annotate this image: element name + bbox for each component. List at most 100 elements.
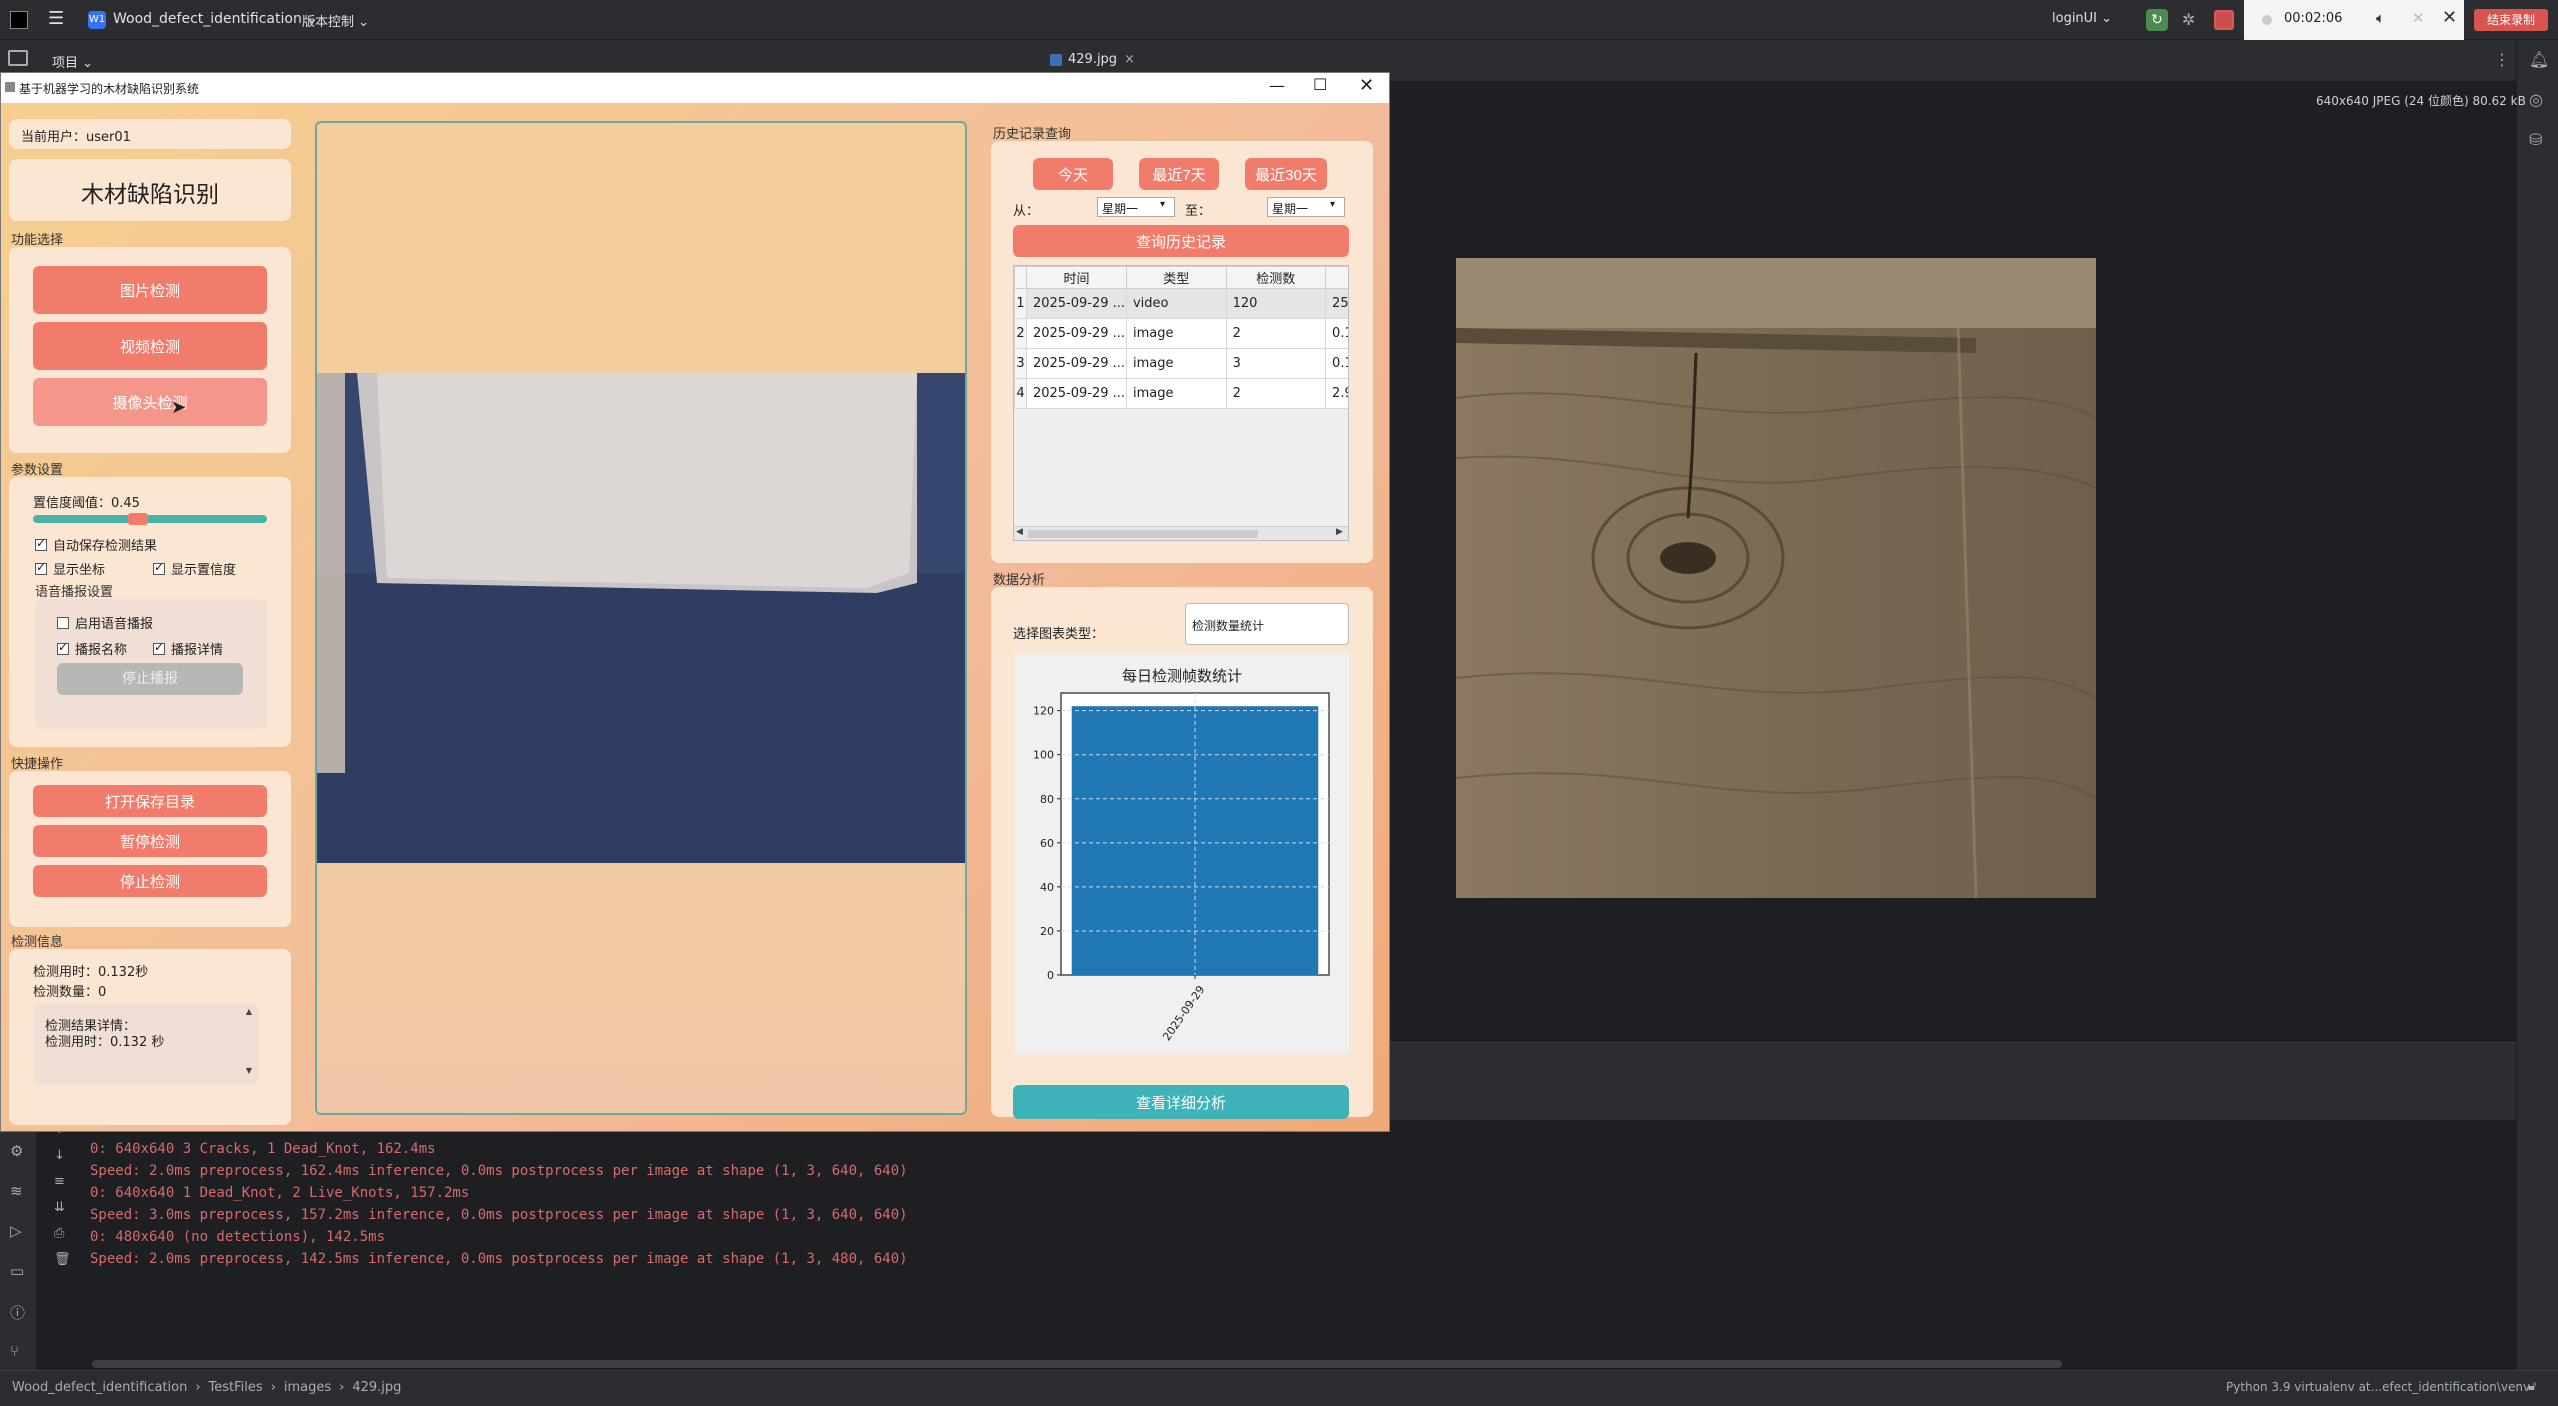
table-header-count[interactable]: 检测数 xyxy=(1225,266,1327,289)
scroll-down-icon[interactable]: ▼ xyxy=(243,1066,255,1075)
project-tool-window[interactable]: 项目 ⌄ xyxy=(52,52,93,71)
close-icon[interactable]: × xyxy=(1124,52,1135,67)
trash-icon[interactable]: 🗑︎ xyxy=(54,1252,71,1267)
maximize-button[interactable]: ☐ xyxy=(1313,75,1327,94)
table-cell[interactable]: video xyxy=(1125,288,1227,319)
ai-assistant-icon[interactable]: ◎ xyxy=(2529,90,2543,109)
table-cell[interactable]: 2025-09-29 ... xyxy=(1025,348,1127,379)
stop-icon[interactable] xyxy=(2214,10,2234,30)
stop-detect-button[interactable]: 停止检测 xyxy=(33,865,267,897)
row-number[interactable]: 4 xyxy=(1014,378,1027,409)
row-number[interactable]: 1 xyxy=(1014,288,1027,319)
table-cell[interactable]: 0.1 xyxy=(1325,348,1348,379)
more-icon[interactable]: ⋮ xyxy=(2494,50,2510,69)
to-date-select[interactable]: 星期一 ▾ xyxy=(1267,197,1345,217)
python-console-icon[interactable]: ⚙ xyxy=(10,1142,23,1160)
detail-scrollbar[interactable]: ▲ ▼ xyxy=(243,1007,255,1081)
notifications-icon[interactable]: 🔔︎ xyxy=(2529,50,2549,69)
soft-wrap-icon[interactable]: ≡ xyxy=(54,1174,65,1189)
scroll-right-icon[interactable]: ▶ xyxy=(1336,527,1343,537)
table-cell[interactable]: 25. xyxy=(1325,288,1348,319)
detail-textbox[interactable]: 检测结果详情： 检测用时：0.132 秒 ▲ ▼ xyxy=(33,1003,259,1085)
run-config-selector[interactable]: loginUI ⌄ xyxy=(2052,11,2112,26)
video-detect-button[interactable]: 视频检测 xyxy=(33,322,267,370)
close-recorder-icon[interactable]: ✕ xyxy=(2442,7,2457,28)
image-detect-button[interactable]: 图片检测 xyxy=(33,266,267,314)
mic-off-icon[interactable]: ✕ xyxy=(2412,9,2425,27)
detail-analysis-button[interactable]: 查看详细分析 xyxy=(1013,1085,1349,1119)
from-date-select[interactable]: 星期一 ▾ xyxy=(1097,197,1175,217)
show-conf-checkbox[interactable]: 显示置信度 xyxy=(153,559,236,578)
volume-icon[interactable]: 🔈︎ xyxy=(2376,9,2385,27)
query-history-button[interactable]: 查询历史记录 xyxy=(1013,225,1349,257)
terminal-icon[interactable]: ▭ xyxy=(10,1262,24,1280)
open-dir-button[interactable]: 打开保存目录 xyxy=(33,785,267,817)
pause-detect-button[interactable]: 暂停检测 xyxy=(33,825,267,857)
main-menu-icon[interactable]: ☰ xyxy=(48,8,64,29)
layers-icon[interactable]: ≋ xyxy=(10,1182,23,1200)
debug-icon[interactable]: ✲ xyxy=(2182,10,2195,29)
lock-icon[interactable]: 🔓︎ xyxy=(2528,1379,2536,1394)
table-row[interactable]: 32025-09-29 ...image30.1 xyxy=(1014,348,1348,379)
voice-name-checkbox[interactable]: 播报名称 xyxy=(57,639,127,658)
interpreter-status[interactable]: Python 3.9 virtualenv at...efect_identif… xyxy=(2226,1380,2530,1394)
last-7-days-button[interactable]: 最近7天 xyxy=(1139,158,1219,190)
table-cell[interactable]: image xyxy=(1125,318,1227,349)
enable-voice-checkbox[interactable]: 启用语音播报 xyxy=(57,613,153,632)
table-cell[interactable]: image xyxy=(1125,378,1227,409)
vcs-menu[interactable]: 版本控制 ⌄ xyxy=(302,11,369,30)
breadcrumb-item[interactable]: 429.jpg xyxy=(352,1380,401,1395)
table-cell[interactable]: 2.9 xyxy=(1325,378,1348,409)
row-number[interactable]: 2 xyxy=(1014,318,1027,349)
rerun-icon[interactable]: ↻ xyxy=(2146,9,2168,31)
table-row[interactable]: 12025-09-29 ...video12025. xyxy=(1014,288,1348,319)
database-icon[interactable]: ⛁ xyxy=(2529,130,2542,149)
table-cell[interactable]: 2 xyxy=(1225,378,1327,409)
folder-icon[interactable] xyxy=(8,50,28,66)
camera-detect-button[interactable]: 摄像头检测 xyxy=(33,378,267,426)
table-row[interactable]: 22025-09-29 ...image20.1 xyxy=(1014,318,1348,349)
table-cell[interactable]: 2 xyxy=(1225,318,1327,349)
stop-voice-button[interactable]: 停止播报 xyxy=(57,663,243,695)
breadcrumb-item[interactable]: images xyxy=(284,1380,331,1395)
close-button[interactable]: ✕ xyxy=(1359,75,1374,96)
table-row[interactable]: 42025-09-29 ...image22.9 xyxy=(1014,378,1348,409)
autosave-checkbox[interactable]: 自动保存检测结果 xyxy=(35,535,157,554)
minimize-button[interactable]: — xyxy=(1269,76,1285,95)
scroll-left-icon[interactable]: ◀ xyxy=(1016,527,1023,537)
conf-slider-handle[interactable] xyxy=(128,513,148,525)
voice-detail-checkbox[interactable]: 播报详情 xyxy=(153,639,223,658)
table-cell[interactable]: 120 xyxy=(1225,288,1327,319)
table-header-type[interactable]: 类型 xyxy=(1125,266,1227,289)
breadcrumb-item[interactable]: Wood_defect_identification xyxy=(12,1380,187,1395)
problems-icon[interactable]: ⓘ xyxy=(10,1302,25,1323)
chart-type-select[interactable]: 检测数量统计 xyxy=(1185,603,1349,645)
scrollbar-thumb[interactable] xyxy=(1028,530,1258,538)
scroll-up-icon[interactable]: ▲ xyxy=(243,1007,255,1016)
breadcrumb-item[interactable]: TestFiles xyxy=(209,1380,263,1395)
run-icon[interactable]: ▷ xyxy=(10,1222,22,1240)
conf-slider[interactable] xyxy=(33,513,267,525)
today-button[interactable]: 今天 xyxy=(1033,158,1113,190)
table-cell[interactable]: image xyxy=(1125,348,1227,379)
table-header-time[interactable]: 时间 xyxy=(1025,266,1127,289)
git-icon[interactable]: ⑂ xyxy=(10,1342,19,1360)
table-cell[interactable]: 2025-09-29 ... xyxy=(1025,318,1127,349)
table-cell[interactable]: 2025-09-29 ... xyxy=(1025,288,1127,319)
scroll-down-icon[interactable]: ↓ xyxy=(54,1148,65,1163)
table-header-extra[interactable] xyxy=(1325,266,1348,289)
row-number[interactable]: 3 xyxy=(1014,348,1027,379)
scroll-end-icon[interactable]: ⇊ xyxy=(54,1200,65,1215)
stop-recording-button[interactable]: 结束录制 xyxy=(2474,9,2548,31)
table-cell[interactable]: 3 xyxy=(1225,348,1327,379)
app-window: 基于机器学习的木材缺陷识别系统 — ☐ ✕ 当前用户：user01 木材缺陷识别… xyxy=(0,72,1390,1132)
last-30-days-button[interactable]: 最近30天 xyxy=(1245,158,1327,190)
console-h-scrollbar[interactable] xyxy=(92,1360,2062,1368)
show-coords-checkbox[interactable]: 显示坐标 xyxy=(35,559,105,578)
table-cell[interactable]: 2025-09-29 ... xyxy=(1025,378,1127,409)
table-h-scrollbar[interactable]: ◀ ▶ xyxy=(1014,526,1348,540)
table-cell[interactable]: 0.1 xyxy=(1325,318,1348,349)
detect-count: 检测数量：0 xyxy=(33,985,107,1000)
project-selector[interactable]: Wood_defect_identification ⌄ xyxy=(113,11,318,27)
print-icon[interactable]: ⎙ xyxy=(54,1226,64,1241)
